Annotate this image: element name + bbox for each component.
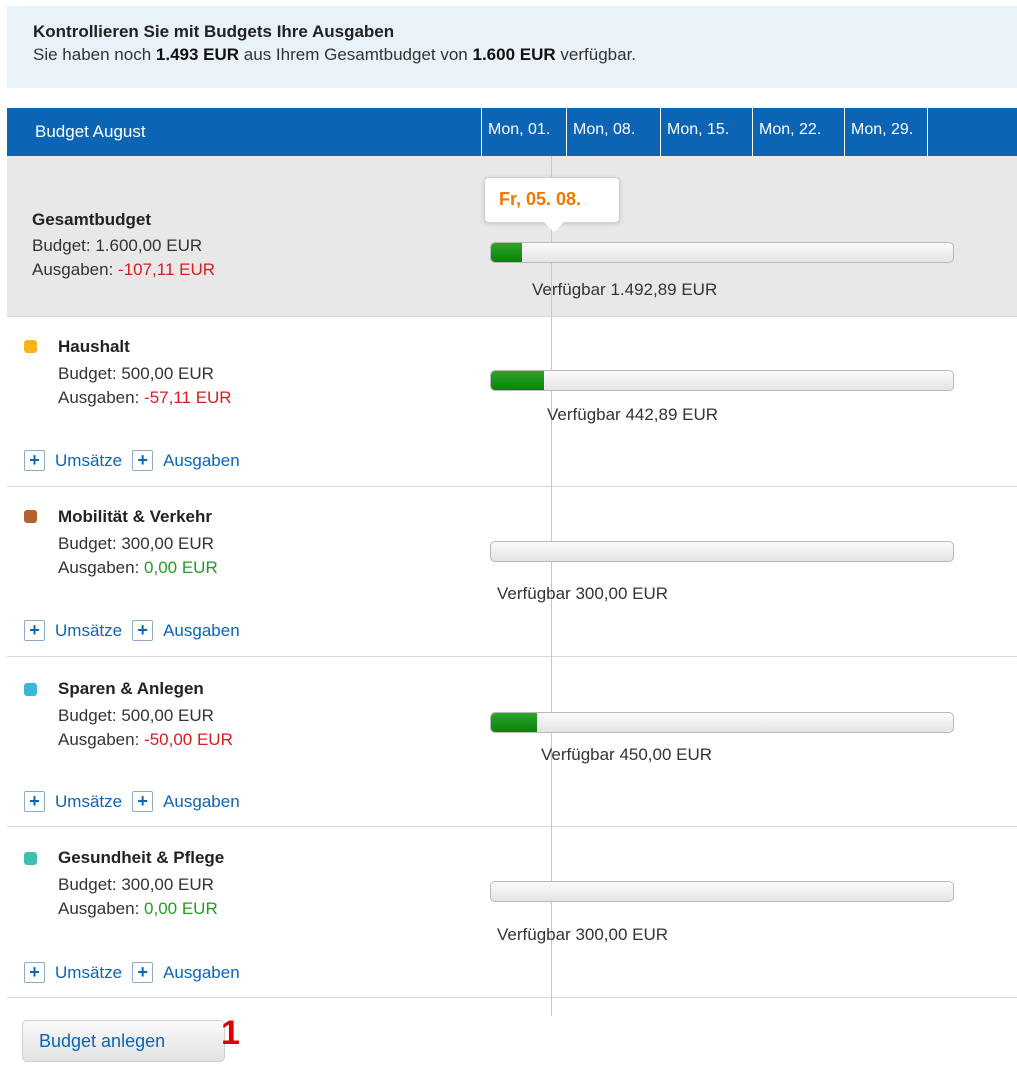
expenses-value: -107,11 EUR [118,260,216,279]
category-actions: + Umsätze + Ausgaben [24,791,250,812]
budget-month-title: Budget August [35,122,146,141]
banner-total: 1.600 EUR [472,45,556,64]
category-expenses: Ausgaben: 0,00 EUR [58,897,218,920]
category-progress-bar [490,370,954,391]
total-expenses: Ausgaben: -107,11 EUR [32,258,215,281]
category-budget: Budget: 500,00 EUR [58,364,214,383]
expenses-label: Ausgaben: [32,260,114,279]
category-available: Verfügbar 450,00 EUR [541,745,713,764]
banner-text: Sie haben noch 1.493 EUR aus Ihrem Gesam… [33,43,1017,66]
category-color-dot [24,340,37,353]
category-available: Verfügbar 442,89 EUR [547,405,719,424]
category-color-dot [24,683,37,696]
annotation-marker: 1 [221,1014,240,1052]
category-budget: Budget: 300,00 EUR [58,875,214,894]
category-color-dot [24,852,37,865]
tooltip-arrow [544,222,564,232]
date-tooltip: Fr, 05. 08. [484,177,620,223]
category-name: Sparen & Anlegen [58,679,204,698]
week-label[interactable]: Mon, 29. [844,108,928,156]
category-progress-bar [490,881,954,902]
expenses-link[interactable]: Ausgaben [163,621,240,641]
category-actions: + Umsätze + Ausgaben [24,962,250,983]
expenses-link[interactable]: Ausgaben [163,792,240,812]
category-actions: + Umsätze + Ausgaben [24,620,250,641]
progress-fill [491,713,538,732]
week-label[interactable]: Mon, 15. [660,108,744,156]
info-banner: Kontrollieren Sie mit Budgets Ihre Ausga… [7,6,1017,88]
category-progress-bar [490,712,954,733]
total-available: Verfügbar 1.492,89 EUR [532,280,718,299]
category-row-gesundheit: Gesundheit & Pflege Budget: 300,00 EUR A… [7,827,1017,998]
expenses-link[interactable]: Ausgaben [163,963,240,983]
week-label[interactable]: Mon, 22. [752,108,836,156]
transactions-link[interactable]: Umsätze [55,621,122,641]
expenses-value: -57,11 EUR [144,388,232,407]
expenses-value: 0,00 EUR [144,899,218,918]
expenses-label: Ausgaben: [58,730,140,749]
expenses-link[interactable]: Ausgaben [163,451,240,471]
category-progress-bar [490,541,954,562]
banner-remaining: 1.493 EUR [155,45,240,64]
plus-icon[interactable]: + [24,620,45,641]
transactions-link[interactable]: Umsätze [55,792,122,812]
category-expenses: Ausgaben: -50,00 EUR [58,728,233,751]
banner-text-prefix: Sie haben noch [33,45,152,64]
category-expenses: Ausgaben: -57,11 EUR [58,386,232,409]
banner-title: Kontrollieren Sie mit Budgets Ihre Ausga… [33,22,395,41]
category-available: Verfügbar 300,00 EUR [497,584,669,603]
total-budget-amount: Budget: 1.600,00 EUR [32,236,203,255]
category-row-sparen: Sparen & Anlegen Budget: 500,00 EUR Ausg… [7,657,1017,827]
expenses-label: Ausgaben: [58,388,140,407]
banner-text-suffix: verfügbar. [560,45,637,64]
expenses-label: Ausgaben: [58,899,140,918]
plus-icon[interactable]: + [132,450,154,471]
category-row-haushalt: Haushalt Budget: 500,00 EUR Ausgaben: -5… [7,317,1017,487]
category-expenses: Ausgaben: 0,00 EUR [58,556,218,579]
week-label[interactable]: Mon, 08. [566,108,650,156]
plus-icon[interactable]: + [132,962,154,983]
create-budget-button[interactable]: Budget anlegen [22,1020,225,1062]
category-actions: + Umsätze + Ausgaben [24,450,250,471]
expenses-value: 0,00 EUR [144,558,218,577]
budget-header: Budget August Mon, 01. Mon, 08. Mon, 15.… [7,108,1017,156]
total-progress-bar [490,242,954,263]
expenses-label: Ausgaben: [58,558,140,577]
banner-text-mid: aus Ihrem Gesamtbudget von [243,45,468,64]
plus-icon[interactable]: + [24,962,45,983]
transactions-link[interactable]: Umsätze [55,963,122,983]
category-name: Mobilität & Verkehr [58,507,212,526]
week-label[interactable]: Mon, 01. [481,108,565,156]
category-budget: Budget: 300,00 EUR [58,534,214,553]
progress-fill [491,243,522,262]
plus-icon[interactable]: + [24,791,45,812]
category-color-dot [24,510,37,523]
plus-icon[interactable]: + [24,450,45,471]
expenses-value: -50,00 EUR [144,730,233,749]
category-budget: Budget: 500,00 EUR [58,706,214,725]
category-name: Haushalt [58,337,130,356]
category-row-mobilitaet: Mobilität & Verkehr Budget: 300,00 EUR A… [7,487,1017,657]
progress-fill [491,371,544,390]
category-name: Gesundheit & Pflege [58,848,225,867]
plus-icon[interactable]: + [132,620,154,641]
plus-icon[interactable]: + [132,791,154,812]
transactions-link[interactable]: Umsätze [55,451,122,471]
total-budget-name: Gesamtbudget [32,210,152,229]
category-available: Verfügbar 300,00 EUR [497,925,669,944]
